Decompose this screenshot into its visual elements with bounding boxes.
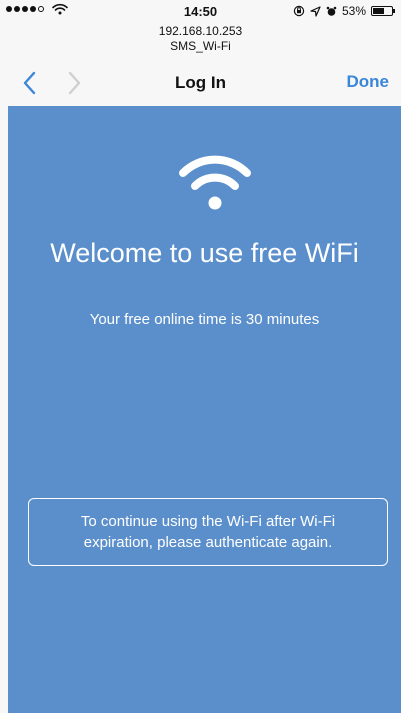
page-title: Log In	[175, 73, 226, 92]
battery-percent: 53%	[341, 4, 366, 18]
status-right: 53%	[293, 4, 395, 18]
wifi-icon	[179, 155, 251, 210]
location-icon	[310, 5, 321, 17]
orientation-lock-icon	[293, 5, 305, 17]
alarm-icon	[326, 6, 337, 16]
status-bar: 14:50 53%	[0, 0, 401, 22]
screen: 14:50 53% 192.168.10.253 SMS_Wi-Fi Log I…	[0, 0, 401, 713]
battery-icon	[371, 6, 395, 16]
ssid-label: SMS_Wi-Fi	[170, 39, 231, 53]
free-time-text: Your free online time is 30 minutes	[89, 311, 320, 328]
portal-content: Welcome to use free WiFi Your free onlin…	[8, 106, 401, 713]
welcome-heading: Welcome to use free WiFi	[50, 238, 359, 268]
nav-bar: Log In Done	[0, 60, 401, 106]
host-ip: 192.168.10.253	[158, 24, 243, 38]
done-button[interactable]: Done	[347, 72, 390, 92]
notice-box: To continue using the Wi-Fi after Wi-Fi …	[28, 498, 388, 566]
url-header: 192.168.10.253 SMS_Wi-Fi	[0, 24, 401, 54]
notice-text: To continue using the Wi-Fi after Wi-Fi …	[80, 513, 336, 551]
battery-fill	[373, 8, 384, 14]
